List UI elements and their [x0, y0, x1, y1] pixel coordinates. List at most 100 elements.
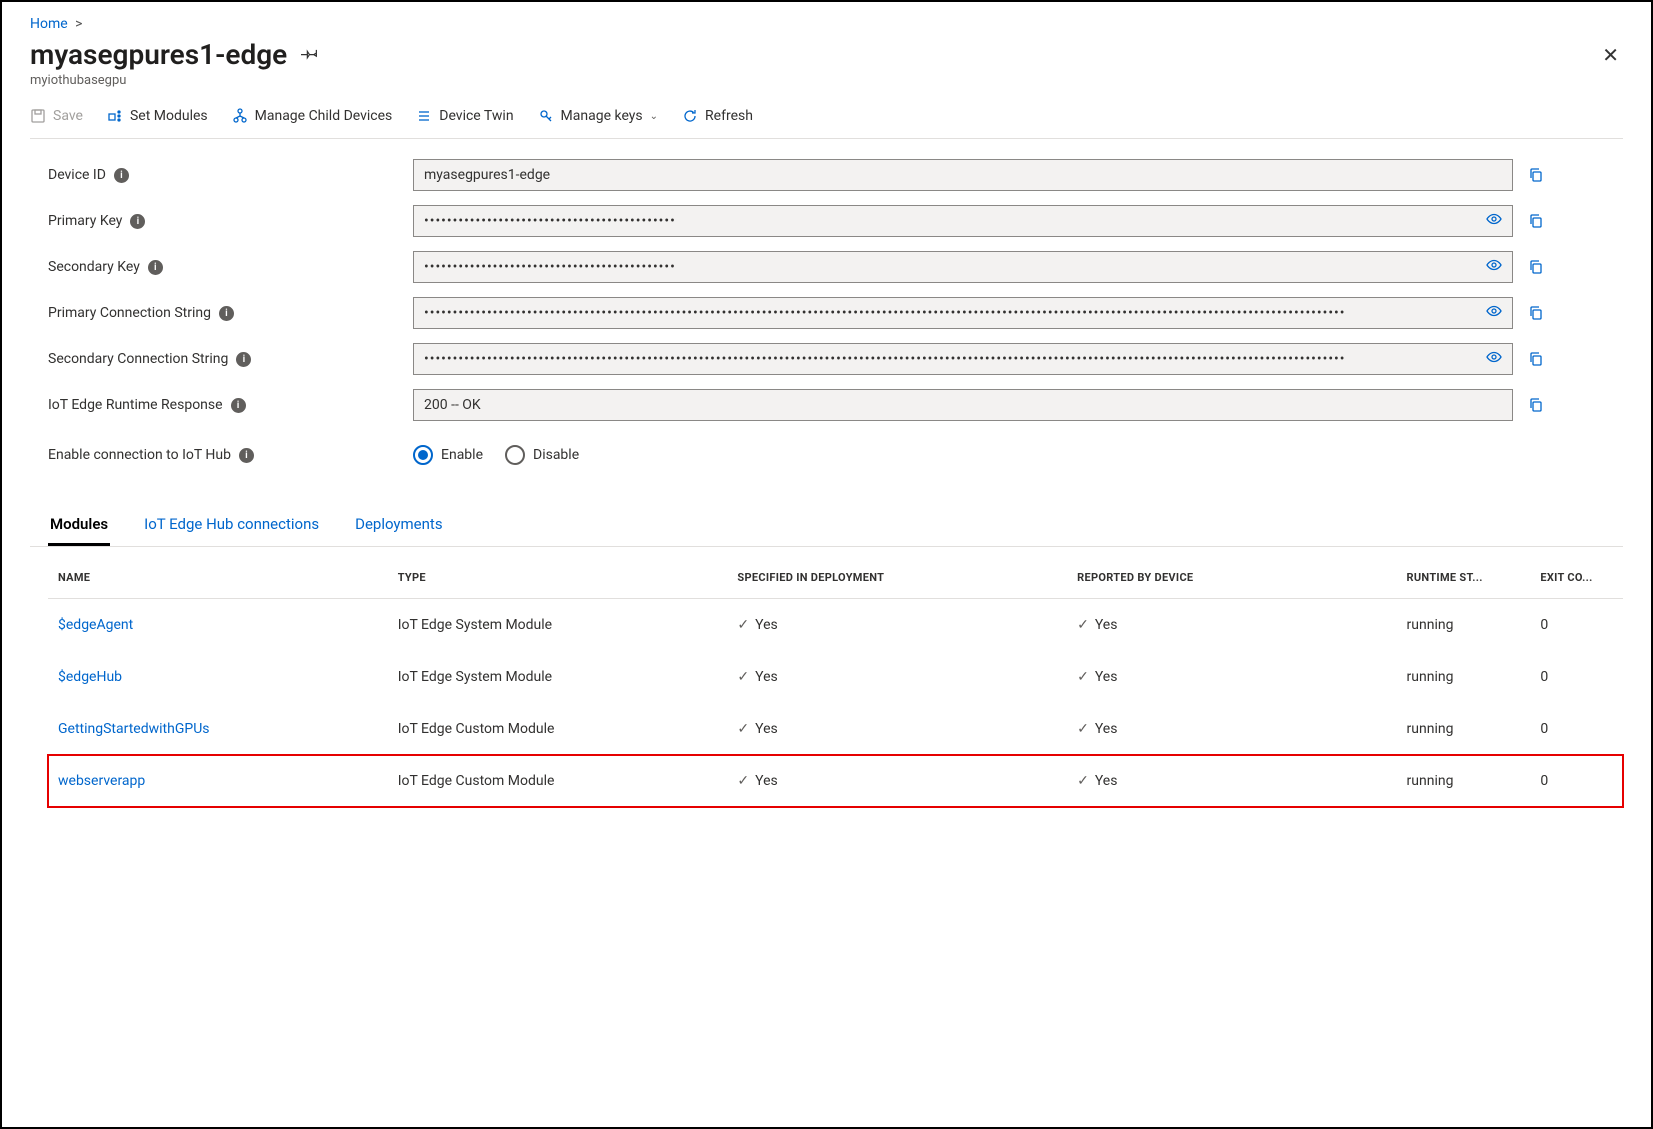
- eye-icon[interactable]: [1486, 211, 1502, 231]
- radio-selected-icon: [413, 445, 433, 465]
- primary-key-field: ••••••••••••••••••••••••••••••••••••••••…: [413, 205, 1513, 237]
- secondary-conn-label: Secondary Connection String i: [48, 351, 403, 367]
- tab-connections[interactable]: IoT Edge Hub connections: [142, 505, 321, 546]
- module-runtime: running: [1397, 755, 1531, 807]
- copy-icon[interactable]: [1523, 351, 1549, 367]
- device-id-field: myasegpures1-edge: [413, 159, 1513, 191]
- eye-icon[interactable]: [1486, 303, 1502, 323]
- module-exit: 0: [1530, 651, 1623, 703]
- col-type[interactable]: TYPE: [388, 553, 728, 599]
- table-row[interactable]: $edgeHubIoT Edge System Module✓Yes✓Yesru…: [48, 651, 1623, 703]
- info-icon[interactable]: i: [148, 260, 163, 275]
- chevron-right-icon: >: [75, 16, 82, 32]
- set-modules-button[interactable]: Set Modules: [107, 108, 208, 124]
- module-runtime: running: [1397, 599, 1531, 652]
- refresh-button[interactable]: Refresh: [682, 108, 753, 124]
- col-reported[interactable]: REPORTED BY DEVICE: [1067, 553, 1396, 599]
- info-icon[interactable]: i: [219, 306, 234, 321]
- disable-radio[interactable]: Disable: [505, 445, 579, 465]
- primary-key-label: Primary Key i: [48, 213, 403, 229]
- module-link[interactable]: $edgeAgent: [58, 617, 133, 633]
- copy-icon[interactable]: [1523, 259, 1549, 275]
- copy-icon[interactable]: [1523, 213, 1549, 229]
- module-reported: ✓Yes: [1067, 651, 1396, 703]
- module-link[interactable]: GettingStartedwithGPUs: [58, 721, 210, 737]
- device-id-label: Device ID i: [48, 167, 403, 183]
- check-icon: ✓: [737, 669, 749, 685]
- col-spec[interactable]: SPECIFIED IN DEPLOYMENT: [727, 553, 1067, 599]
- modules-icon: [107, 108, 123, 124]
- module-spec: ✓Yes: [727, 599, 1067, 652]
- module-runtime: running: [1397, 703, 1531, 755]
- save-icon: [30, 108, 46, 124]
- subtitle: myiothubasegpu: [30, 73, 1623, 88]
- module-reported: ✓Yes: [1067, 755, 1396, 807]
- copy-icon[interactable]: [1523, 305, 1549, 321]
- primary-conn-field: ••••••••••••••••••••••••••••••••••••••••…: [413, 297, 1513, 329]
- check-icon: ✓: [737, 721, 749, 737]
- secondary-conn-field: ••••••••••••••••••••••••••••••••••••••••…: [413, 343, 1513, 375]
- module-type: IoT Edge System Module: [388, 599, 728, 652]
- modules-table: NAME TYPE SPECIFIED IN DEPLOYMENT REPORT…: [48, 553, 1623, 807]
- list-icon: [416, 108, 432, 124]
- eye-icon[interactable]: [1486, 257, 1502, 277]
- module-type: IoT Edge Custom Module: [388, 703, 728, 755]
- copy-icon[interactable]: [1523, 167, 1549, 183]
- close-icon[interactable]: ✕: [1598, 39, 1623, 71]
- refresh-icon: [682, 108, 698, 124]
- check-icon: ✓: [1077, 669, 1089, 685]
- info-icon[interactable]: i: [114, 168, 129, 183]
- info-icon[interactable]: i: [130, 214, 145, 229]
- col-runtime[interactable]: RUNTIME ST...: [1397, 553, 1531, 599]
- module-type: IoT Edge System Module: [388, 651, 728, 703]
- module-exit: 0: [1530, 755, 1623, 807]
- module-runtime: running: [1397, 651, 1531, 703]
- module-link[interactable]: $edgeHub: [58, 669, 122, 685]
- col-name[interactable]: NAME: [48, 553, 388, 599]
- manage-keys-button[interactable]: Manage keys ⌄: [538, 108, 658, 124]
- enable-connection-label: Enable connection to IoT Hub i: [48, 447, 403, 463]
- tab-modules[interactable]: Modules: [48, 505, 110, 546]
- info-icon[interactable]: i: [236, 352, 251, 367]
- runtime-response-label: IoT Edge Runtime Response i: [48, 397, 403, 413]
- table-row[interactable]: $edgeAgentIoT Edge System Module✓Yes✓Yes…: [48, 599, 1623, 652]
- toolbar: Save Set Modules Manage Child Devices De…: [30, 108, 1623, 139]
- module-exit: 0: [1530, 599, 1623, 652]
- hierarchy-icon: [232, 108, 248, 124]
- chevron-down-icon: ⌄: [650, 111, 658, 122]
- check-icon: ✓: [1077, 773, 1089, 789]
- check-icon: ✓: [1077, 721, 1089, 737]
- col-exit[interactable]: EXIT CO...: [1530, 553, 1623, 599]
- check-icon: ✓: [737, 617, 749, 633]
- module-spec: ✓Yes: [727, 651, 1067, 703]
- secondary-key-label: Secondary Key i: [48, 259, 403, 275]
- info-icon[interactable]: i: [231, 398, 246, 413]
- table-row[interactable]: webserverappIoT Edge Custom Module✓Yes✓Y…: [48, 755, 1623, 807]
- module-exit: 0: [1530, 703, 1623, 755]
- check-icon: ✓: [1077, 617, 1089, 633]
- tab-deployments[interactable]: Deployments: [353, 505, 444, 546]
- breadcrumb: Home >: [30, 16, 1623, 32]
- module-reported: ✓Yes: [1067, 599, 1396, 652]
- module-type: IoT Edge Custom Module: [388, 755, 728, 807]
- table-row[interactable]: GettingStartedwithGPUs IoT Edge Custom Mo…: [48, 703, 1623, 755]
- copy-icon[interactable]: [1523, 397, 1549, 413]
- module-spec: ✓Yes: [727, 755, 1067, 807]
- secondary-key-field: ••••••••••••••••••••••••••••••••••••••••…: [413, 251, 1513, 283]
- pin-icon[interactable]: [301, 44, 319, 66]
- enable-radio[interactable]: Enable: [413, 445, 483, 465]
- module-link[interactable]: webserverapp: [58, 773, 145, 789]
- module-reported: ✓Yes: [1067, 703, 1396, 755]
- check-icon: ✓: [737, 773, 749, 789]
- info-icon[interactable]: i: [239, 448, 254, 463]
- primary-conn-label: Primary Connection String i: [48, 305, 403, 321]
- manage-child-devices-button[interactable]: Manage Child Devices: [232, 108, 393, 124]
- save-button: Save: [30, 108, 83, 124]
- tabs: Modules IoT Edge Hub connections Deploym…: [30, 505, 1623, 547]
- radio-unselected-icon: [505, 445, 525, 465]
- eye-icon[interactable]: [1486, 349, 1502, 369]
- page-title: myasegpures1-edge: [30, 38, 287, 71]
- device-twin-button[interactable]: Device Twin: [416, 108, 513, 124]
- runtime-response-field: 200 -- OK: [413, 389, 1513, 421]
- breadcrumb-home[interactable]: Home: [30, 16, 68, 32]
